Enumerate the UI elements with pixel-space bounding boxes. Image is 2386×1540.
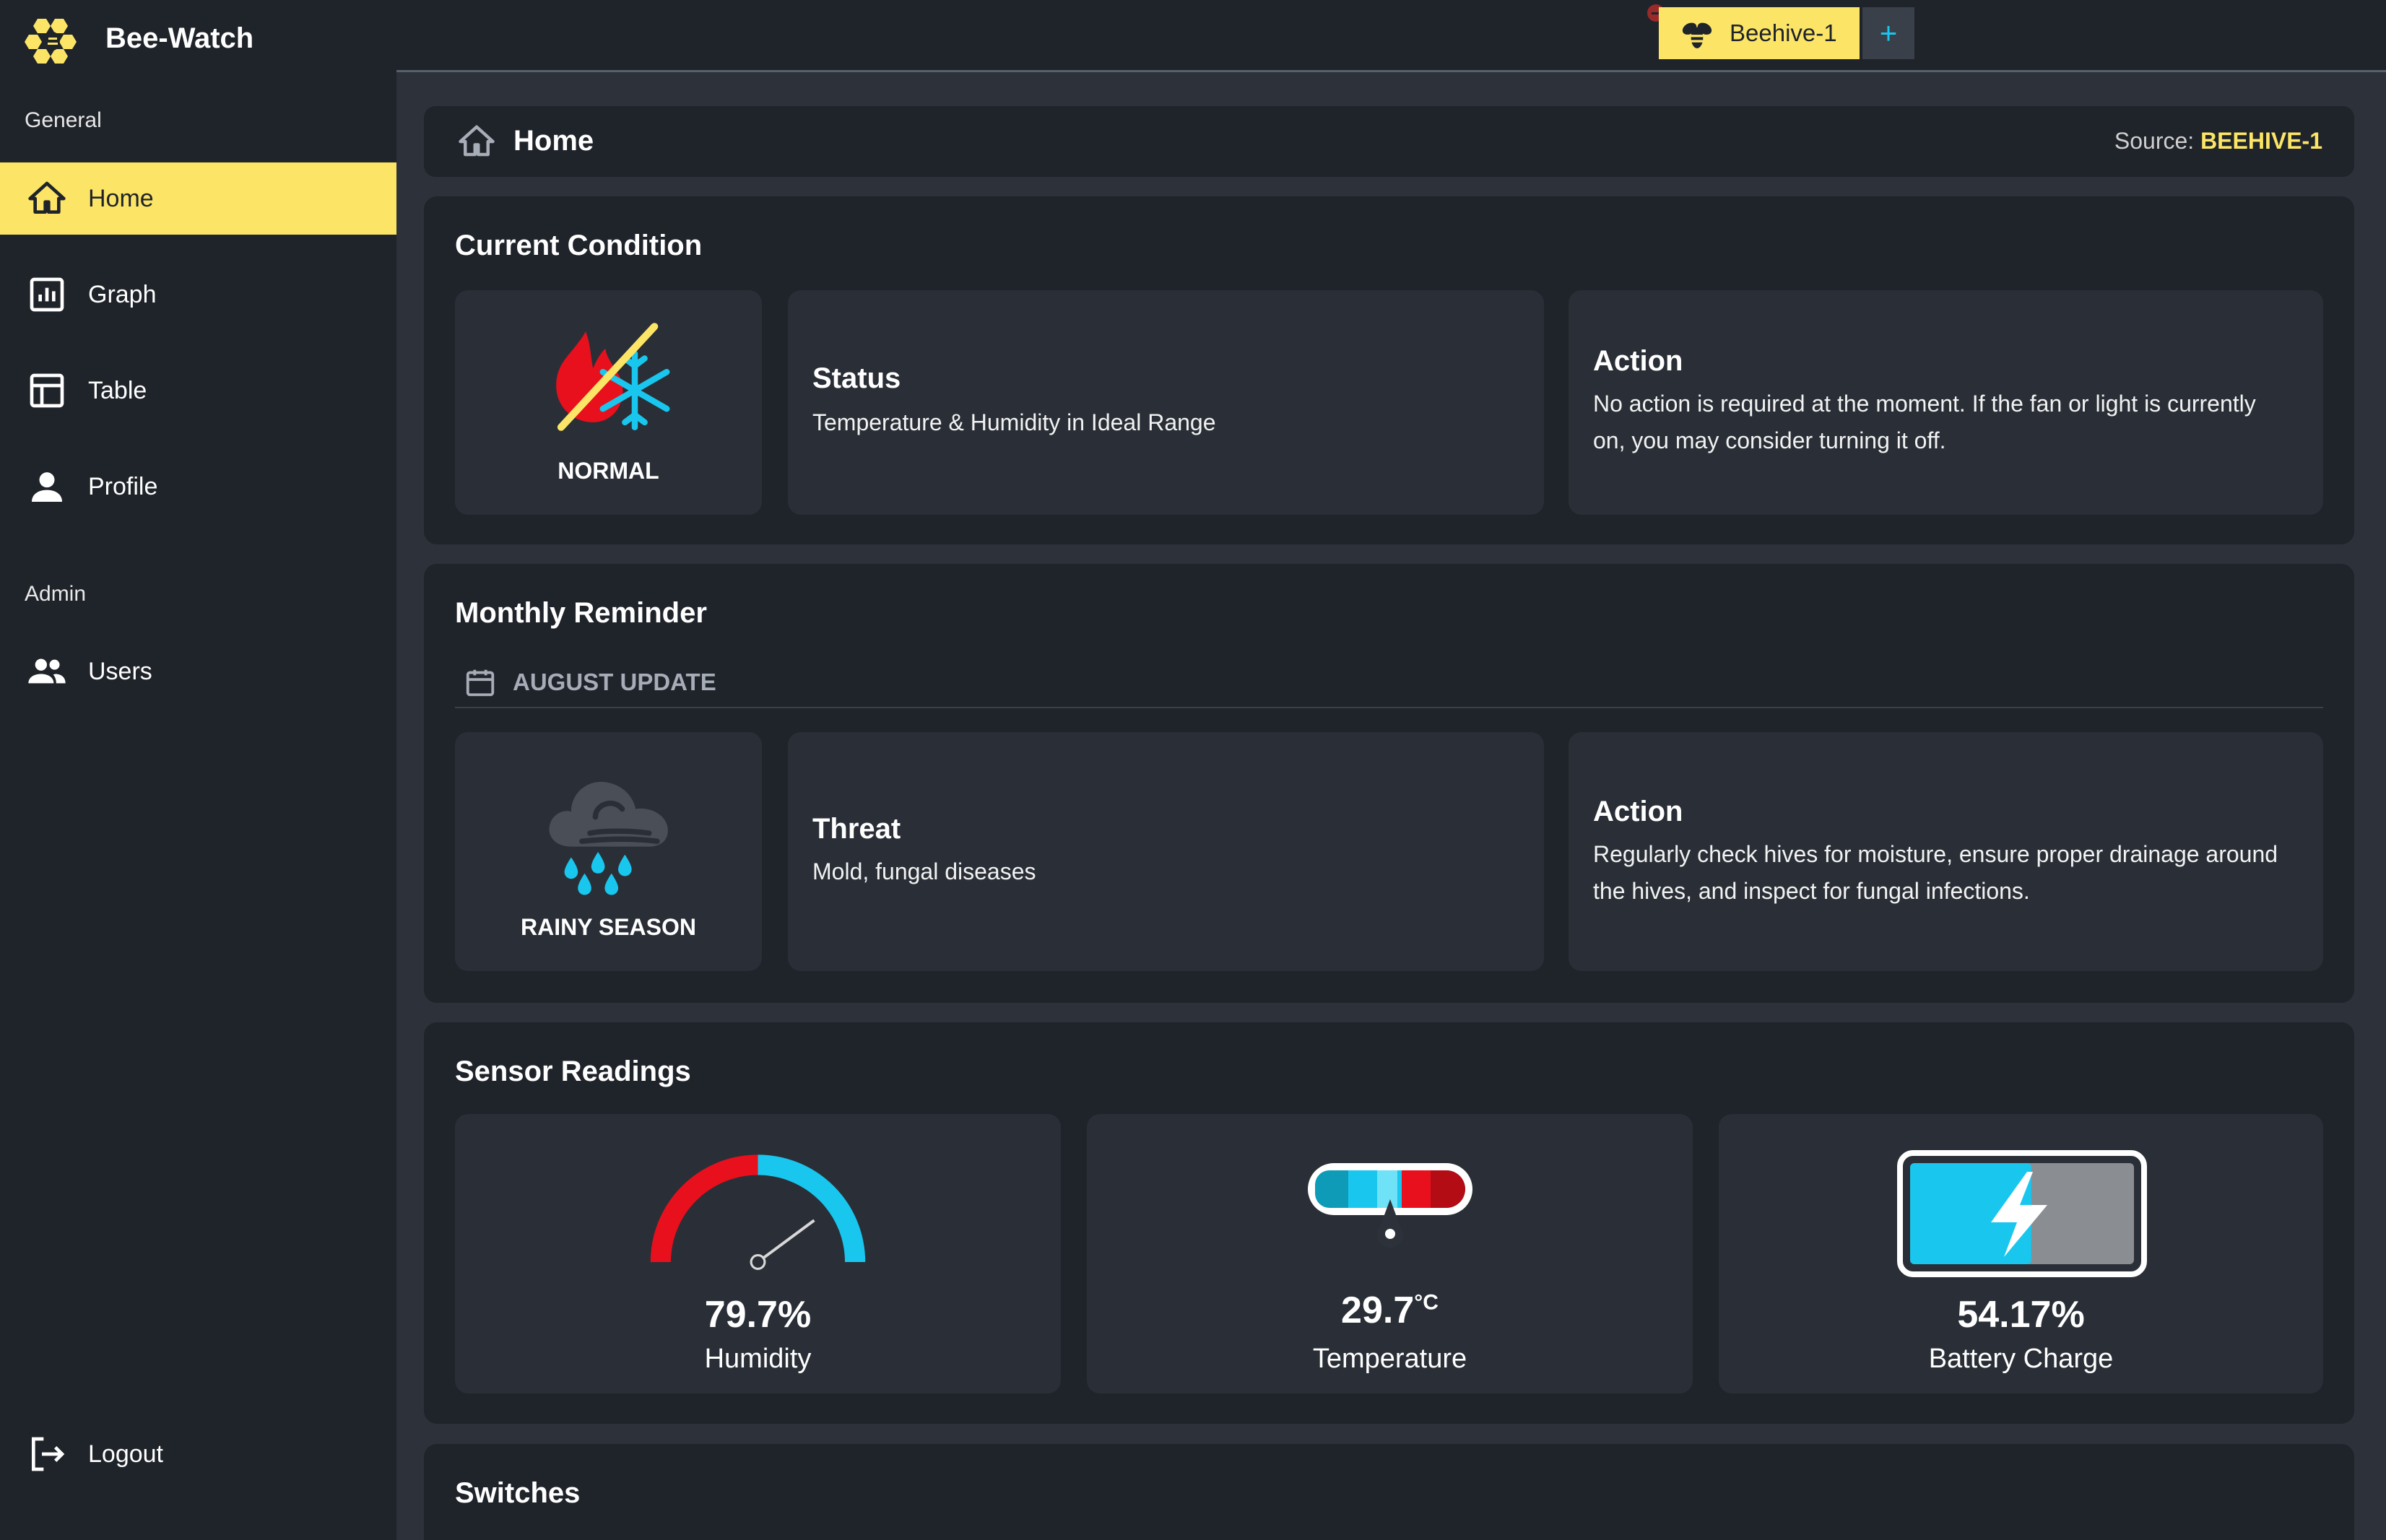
update-row: AUGUST UPDATE	[455, 658, 2323, 708]
battery-value: 54.17%	[1957, 1294, 2085, 1336]
threat-text: Mold, fungal diseases	[812, 858, 1036, 884]
status-text: Temperature & Humidity in Ideal Range	[812, 409, 1216, 435]
temperature-card: 29.7°C Temperature	[1087, 1114, 1693, 1393]
temperature-value: 29.7°C	[1087, 1289, 1693, 1332]
logout-icon	[25, 1432, 69, 1476]
add-tab-button[interactable]: +	[1862, 7, 1914, 59]
threat-card: Threat Mold, fungal diseases	[788, 732, 1544, 971]
section-title: Monthly Reminder	[455, 597, 707, 629]
honeycomb-logo-icon	[25, 19, 77, 64]
action-heading: Action	[1593, 345, 1683, 377]
update-label: AUGUST UPDATE	[513, 669, 716, 695]
thermometer-icon	[1308, 1163, 1472, 1248]
sidebar-item-label: Home	[88, 184, 154, 212]
sidebar-item-table[interactable]: Table	[0, 354, 396, 427]
bee-icon	[1682, 22, 1712, 48]
temperature-label: Temperature	[1312, 1344, 1467, 1374]
status-heading: Status	[812, 362, 901, 394]
section-title: Sensor Readings	[455, 1056, 691, 1087]
threat-heading: Threat	[812, 813, 901, 845]
sidebar-item-label: Graph	[88, 280, 157, 308]
current-condition-panel: Current Condition NORMAL Status Temperat…	[424, 196, 2354, 544]
status-card: Status Temperature & Humidity in Ideal R…	[788, 290, 1544, 515]
users-icon	[25, 649, 69, 694]
app-title: Bee-Watch	[105, 22, 254, 54]
logout-button[interactable]: Logout	[0, 1418, 396, 1490]
condition-state-label: NORMAL	[558, 458, 659, 484]
page-title: Home	[513, 125, 594, 157]
page-header: Home Source: BEEHIVE-1	[424, 106, 2354, 177]
action-heading: Action	[1593, 796, 1683, 827]
source-value: BEEHIVE-1	[2200, 128, 2322, 154]
tab-bar: Beehive-1 +	[396, 0, 2386, 72]
source-indicator: Source: BEEHIVE-1	[2114, 128, 2322, 155]
person-icon	[25, 464, 69, 509]
switches-panel: Switches	[424, 1444, 2354, 1540]
sidebar-item-profile[interactable]: Profile	[0, 451, 396, 523]
humidity-card: 79.7% Humidity	[455, 1114, 1061, 1393]
source-label: Source:	[2114, 128, 2195, 154]
sidebar-item-users[interactable]: Users	[0, 635, 396, 708]
humidity-gauge	[650, 1154, 866, 1270]
section-label-general: General	[25, 108, 102, 132]
battery-icon	[1897, 1150, 2147, 1277]
condition-state-card: NORMAL	[455, 290, 762, 515]
temperature-unit: °C	[1414, 1290, 1439, 1315]
battery-label: Battery Charge	[1928, 1344, 2114, 1374]
rain-cloud-icon	[549, 781, 668, 895]
sidebar-item-graph[interactable]: Graph	[0, 258, 396, 331]
monthly-reminder-panel: Monthly Reminder AUGUST UPDATE RAINY SEA…	[424, 564, 2354, 1003]
section-title: Switches	[455, 1477, 581, 1509]
humidity-label: Humidity	[704, 1344, 812, 1374]
humidity-needle	[757, 1219, 815, 1263]
reminder-action-card: Action Regularly check hives for moistur…	[1569, 732, 2323, 971]
action-text: Regularly check hives for moisture, ensu…	[1593, 841, 2278, 904]
temperature-number: 29.7	[1341, 1289, 1415, 1331]
sidebar-item-label: Profile	[88, 472, 158, 500]
sidebar-item-label: Users	[88, 657, 152, 685]
bar-chart-icon	[25, 272, 69, 317]
temperature-humidity-normal-icon	[556, 323, 670, 431]
humidity-value: 79.7%	[704, 1294, 812, 1336]
sidebar-item-home[interactable]: Home	[0, 162, 396, 235]
battery-card: 54.17% Battery Charge	[1719, 1114, 2323, 1393]
logout-label: Logout	[88, 1440, 163, 1468]
tab-label: Beehive-1	[1730, 19, 1837, 46]
home-icon	[459, 125, 495, 157]
table-icon	[25, 368, 69, 413]
brand[interactable]: Bee-Watch	[23, 13, 253, 64]
season-card: RAINY SEASON	[455, 732, 762, 971]
home-icon	[25, 176, 69, 221]
calendar-icon	[466, 669, 495, 697]
action-card: Action No action is required at the mome…	[1569, 290, 2323, 515]
sidebar: Bee-Watch General Home Graph Table Profi…	[0, 0, 396, 1540]
sidebar-item-label: Table	[88, 376, 147, 404]
season-label: RAINY SEASON	[520, 914, 696, 940]
sensor-readings-panel: Sensor Readings 79.7% Humidity 29.7°C Te…	[424, 1022, 2354, 1424]
section-title: Current Condition	[455, 230, 703, 261]
action-text: No action is required at the moment. If …	[1593, 391, 2256, 453]
tab-beehive-1[interactable]: Beehive-1	[1659, 7, 1860, 59]
section-label-admin: Admin	[25, 582, 87, 606]
